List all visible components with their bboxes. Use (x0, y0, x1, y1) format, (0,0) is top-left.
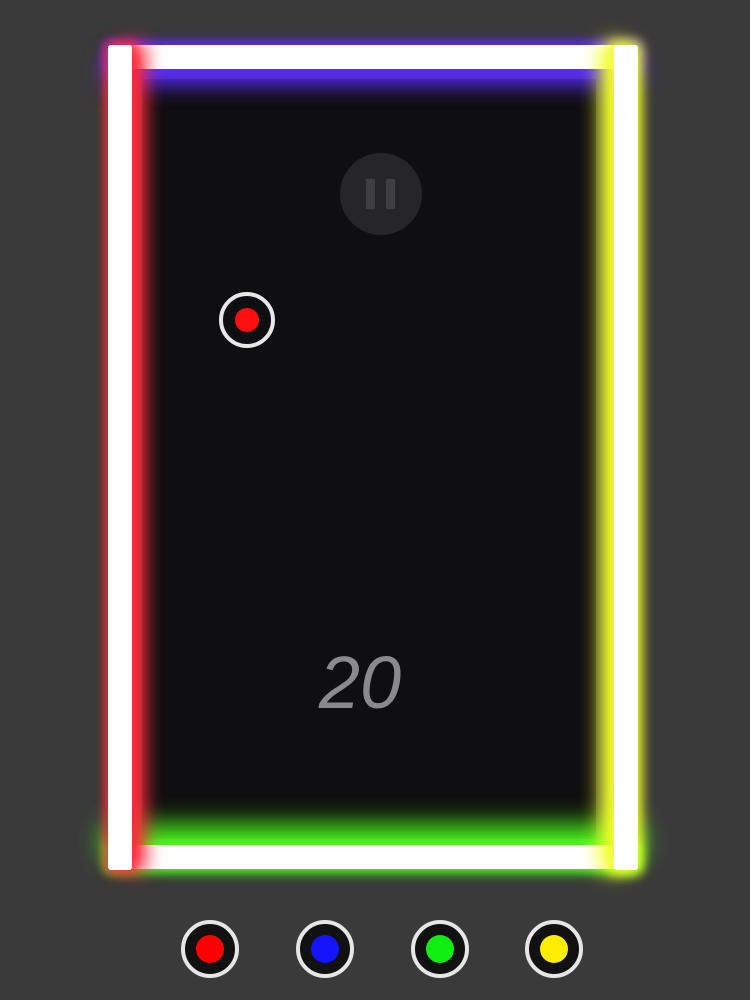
ball (219, 292, 275, 348)
pause-icon-bar-left (366, 179, 375, 209)
game-screen: 20 (0, 0, 750, 1000)
color-button-yellow[interactable] (525, 920, 583, 978)
color-dot-blue (311, 935, 339, 963)
pause-icon-bar-right (386, 179, 395, 209)
wall-bottom (108, 845, 638, 869)
wall-right (614, 45, 638, 870)
color-button-blue[interactable] (296, 920, 354, 978)
score: 20 (318, 641, 402, 724)
color-dot-yellow (540, 935, 568, 963)
color-button-green[interactable] (411, 920, 469, 978)
pause-button[interactable] (340, 153, 422, 235)
color-button-red[interactable] (181, 920, 239, 978)
wall-left (108, 45, 132, 870)
color-dot-green (426, 935, 454, 963)
color-dot-red (196, 935, 224, 963)
wall-top (108, 45, 638, 69)
ball-core (235, 308, 259, 332)
color-selector-bar (0, 920, 750, 980)
